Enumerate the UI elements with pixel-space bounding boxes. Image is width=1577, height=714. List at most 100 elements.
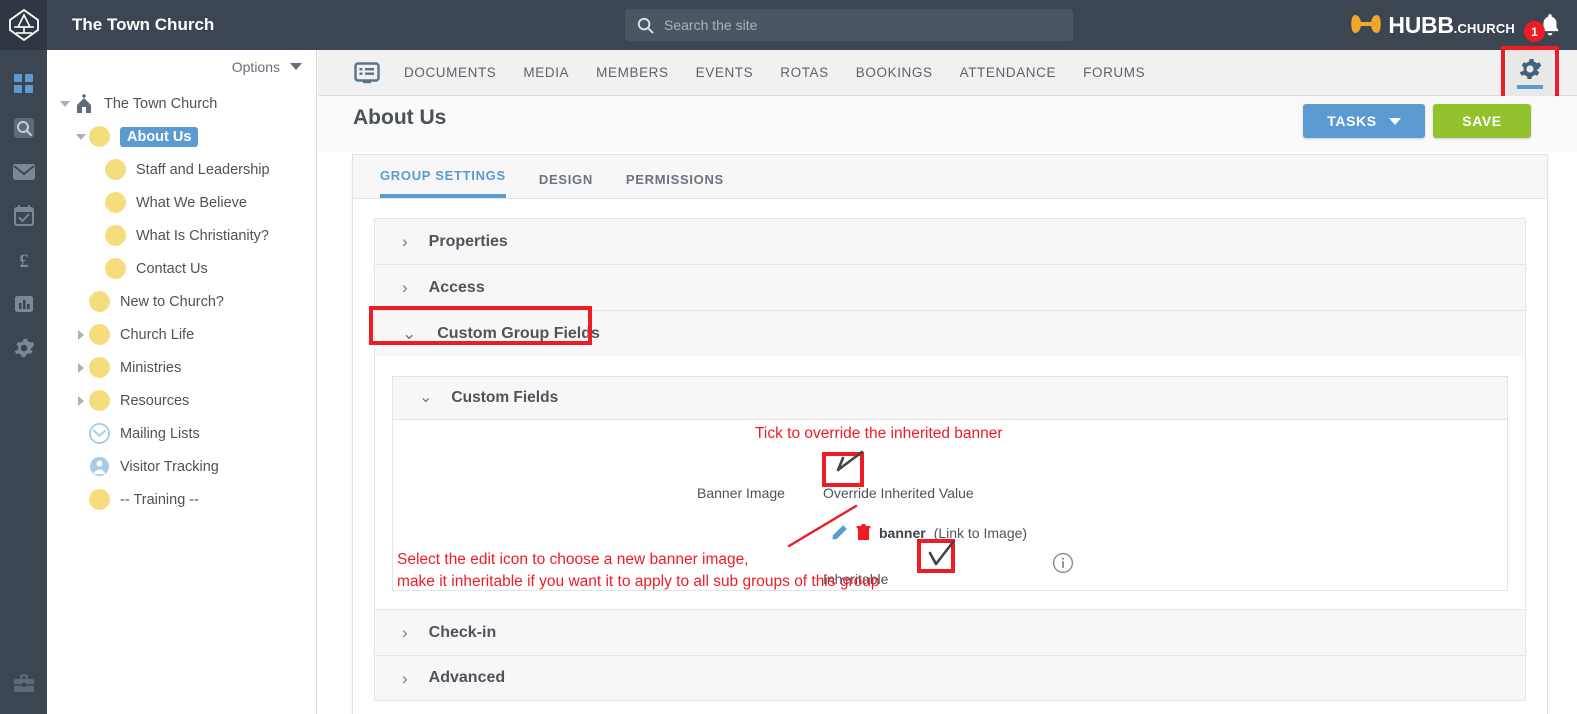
tree-node-staff-and-leadership[interactable]: Staff and Leadership: [47, 153, 316, 186]
group-dot-icon: [89, 291, 110, 312]
tree-node-contact-us[interactable]: Contact Us: [47, 252, 316, 285]
tree-node-new-to-church[interactable]: New to Church?: [47, 285, 316, 318]
site-title: The Town Church: [72, 15, 215, 34]
tree-node-label: What We Believe: [136, 194, 247, 211]
chevron-down-icon: [1388, 117, 1401, 125]
chevron-down-icon: ⌄: [419, 389, 433, 406]
dashboard-icon: [13, 74, 33, 93]
accordion-custom-group-fields[interactable]: ⌄ Custom Group Fields: [369, 306, 1526, 356]
gear-active-underline: [1517, 85, 1543, 89]
nav-item-events[interactable]: EVENTS: [696, 65, 754, 80]
custom-fields-header[interactable]: ⌄ Custom Fields: [393, 377, 1507, 420]
custom-fields-content: Banner Image Override Inherited Value ba…: [393, 420, 1507, 590]
brand-suffix: .CHURCH: [1453, 21, 1515, 36]
save-button[interactable]: SAVE: [1433, 104, 1531, 138]
group-dot-icon: [105, 159, 126, 180]
mailing-list-icon: [89, 423, 110, 444]
rail-item-dashboard[interactable]: [0, 62, 47, 106]
rail-bottom-group: [0, 662, 47, 706]
tree-node-resources[interactable]: Resources: [47, 384, 316, 417]
accordion-properties[interactable]: › Properties: [374, 218, 1526, 264]
tree-node-label: -- Training --: [120, 491, 199, 508]
tasks-button[interactable]: TASKS: [1303, 104, 1425, 138]
left-icon-rail: £: [0, 0, 47, 714]
site-search[interactable]: [625, 9, 1073, 41]
gear-icon: [14, 338, 34, 358]
module-nav-bar: DOCUMENTS MEDIA MEMBERS EVENTS ROTAS BOO…: [318, 46, 1577, 100]
tree-node-church-life[interactable]: Church Life: [47, 318, 316, 351]
twisty-open-icon[interactable]: [57, 96, 73, 112]
tree-options-label: Options: [231, 58, 280, 75]
notifications-button[interactable]: 1: [1524, 10, 1565, 42]
tree-node-label: Resources: [120, 392, 190, 409]
group-dot-icon: [89, 489, 110, 510]
church-diamond-logo-icon: [8, 8, 39, 42]
hubb-mark-icon: [1351, 12, 1382, 41]
top-header-bar: The Town Church HUBB .CHURCH: [47, 0, 1577, 50]
override-inherited-checkbox[interactable]: [785, 477, 823, 509]
brand-name: HUBB: [1388, 12, 1454, 38]
tree-node-the-town-church[interactable]: The Town Church: [47, 87, 316, 120]
chevron-right-icon: ›: [402, 232, 408, 251]
accordion-advanced[interactable]: › Advanced: [374, 655, 1526, 701]
nav-item-documents[interactable]: DOCUMENTS: [404, 65, 496, 80]
rail-item-admin[interactable]: [0, 662, 47, 706]
nav-item-bookings[interactable]: BOOKINGS: [856, 65, 933, 80]
tree-node-what-we-believe[interactable]: What We Believe: [47, 186, 316, 219]
pencil-icon[interactable]: [831, 524, 848, 541]
tree-node-about-us[interactable]: About Us: [47, 120, 316, 153]
visitor-icon: [89, 456, 110, 477]
inheritable-checkbox[interactable]: [888, 563, 926, 595]
rail-item-calendar[interactable]: [0, 194, 47, 238]
rail-item-reports[interactable]: [0, 282, 47, 326]
nav-item-attendance[interactable]: ATTENDANCE: [960, 65, 1057, 80]
rail-item-search[interactable]: [0, 106, 47, 150]
chevron-right-icon: ›: [402, 668, 408, 688]
tree-node-label: Contact Us: [136, 260, 208, 277]
group-dot-icon: [105, 258, 126, 279]
settings-gear-button[interactable]: [1507, 50, 1553, 96]
tree-node-visitor-tracking[interactable]: Visitor Tracking: [47, 450, 316, 483]
nav-item-media[interactable]: MEDIA: [523, 65, 569, 80]
chevron-right-icon: ›: [402, 278, 408, 297]
tree-node-what-is-christianity[interactable]: What Is Christianity?: [47, 219, 316, 252]
nav-item-rotas[interactable]: ROTAS: [780, 65, 829, 80]
app-logo[interactable]: [0, 0, 47, 50]
rail-item-mail[interactable]: [0, 150, 47, 194]
twisty-open-icon[interactable]: [73, 129, 89, 145]
trash-icon[interactable]: [856, 524, 871, 541]
tab-group-settings[interactable]: GROUP SETTINGS: [380, 168, 506, 198]
main-content-area: DOCUMENTS MEDIA MEMBERS EVENTS ROTAS BOO…: [318, 46, 1577, 714]
accordion-group: › Properties › Access ⌄ Custom Group Fie…: [353, 199, 1547, 701]
accordion-label: Access: [428, 278, 485, 296]
twisty-closed-icon[interactable]: [73, 360, 89, 376]
twisty-closed-icon[interactable]: [73, 393, 89, 409]
bar-chart-icon: [14, 296, 33, 312]
tree-node-mailing-lists[interactable]: Mailing Lists: [47, 417, 316, 450]
accordion-check-in[interactable]: › Check-in: [374, 609, 1526, 655]
twisty-closed-icon[interactable]: [73, 327, 89, 343]
tab-permissions[interactable]: PERMISSIONS: [626, 172, 724, 198]
tasks-button-label: TASKS: [1327, 113, 1377, 129]
search-icon: [13, 118, 34, 138]
nav-item-forums[interactable]: FORUMS: [1083, 65, 1145, 80]
nav-item-members[interactable]: MEMBERS: [596, 65, 668, 80]
card-tab-bar: GROUP SETTINGS DESIGN PERMISSIONS: [353, 155, 1547, 199]
rail-item-giving[interactable]: £: [0, 238, 47, 282]
search-input[interactable]: [664, 17, 1044, 33]
tree-node-ministries[interactable]: Ministries: [47, 351, 316, 384]
rail-item-settings[interactable]: [0, 326, 47, 370]
custom-fields-title: Custom Fields: [451, 389, 559, 406]
info-circle-icon[interactable]: [1052, 552, 1074, 574]
list-view-icon[interactable]: [354, 61, 380, 84]
accordion-label: Properties: [428, 232, 508, 250]
tree-options-dropdown[interactable]: Options: [47, 50, 316, 83]
tab-design[interactable]: DESIGN: [539, 172, 593, 198]
custom-fields-panel: ⌄ Custom Fields Banner Image Override In…: [392, 376, 1508, 591]
accordion-access[interactable]: › Access: [374, 264, 1526, 310]
custom-group-fields-body: ⌄ Custom Fields Banner Image Override In…: [374, 356, 1526, 609]
rail-icon-list: £: [0, 50, 47, 370]
tree-node-label: Church Life: [120, 326, 195, 343]
svg-text:£: £: [19, 251, 29, 271]
tree-node-training[interactable]: -- Training --: [47, 483, 316, 516]
